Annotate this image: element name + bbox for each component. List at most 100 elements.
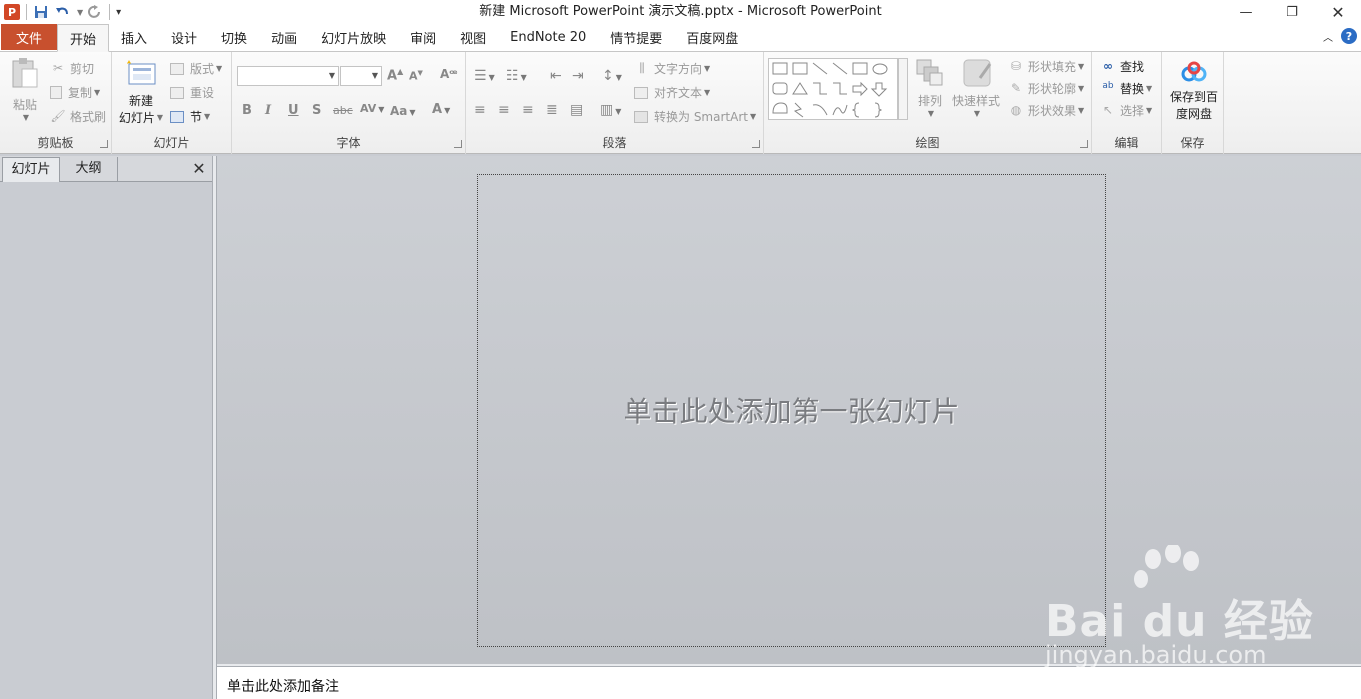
tab-design[interactable]: 设计 <box>159 24 209 51</box>
find-button[interactable]: ∞ 查找 <box>1100 58 1144 75</box>
shadow-icon[interactable]: S <box>312 103 321 118</box>
scissors-icon: ✂ <box>52 60 64 75</box>
section-label: 节 <box>190 110 203 124</box>
reset-button[interactable]: 重设 <box>170 84 214 101</box>
tab-insert[interactable]: 插入 <box>109 24 159 51</box>
character-spacing-icon[interactable]: AV ▼ <box>360 102 384 115</box>
convert-smartart-label: 转换为 SmartArt <box>654 110 748 124</box>
tab-review[interactable]: 审阅 <box>398 24 448 51</box>
tab-slideshow[interactable]: 幻灯片放映 <box>309 24 398 51</box>
quick-styles-label: 快速样式 <box>951 94 1000 108</box>
tab-animations[interactable]: 动画 <box>259 24 309 51</box>
new-slide-button[interactable]: 新建 幻灯片 ▼ <box>118 58 164 126</box>
clear-formatting-icon[interactable]: Aꟹ <box>440 67 458 81</box>
layout-button[interactable]: 版式 ▼ <box>170 60 222 77</box>
align-center-icon[interactable]: ≡ <box>498 102 510 118</box>
slide-canvas[interactable]: 单击此处添加第一张幻灯片 <box>477 174 1106 647</box>
watermark-brand: Bai du 经验 <box>1045 596 1314 647</box>
add-first-slide-prompt[interactable]: 单击此处添加第一张幻灯片 <box>478 390 1105 430</box>
font-name-combo[interactable]: ▼ <box>237 66 339 86</box>
shrink-font-icon[interactable]: A▼ <box>409 69 423 83</box>
arrange-button[interactable]: 排列 ▼ <box>912 58 948 118</box>
line-spacing-icon[interactable]: ↕ ▼ <box>602 68 622 84</box>
copy-button[interactable]: 复制 ▼ <box>50 84 100 101</box>
cut-button[interactable]: ✂ 剪切 <box>50 60 94 77</box>
decrease-indent-icon[interactable]: ⇤ <box>550 68 562 84</box>
tab-baidu-netdisk[interactable]: 百度网盘 <box>674 24 750 51</box>
ribbon-tabs: 文件 开始 插入 设计 切换 动画 幻灯片放映 审阅 视图 EndNote 20… <box>0 24 1361 52</box>
tab-view[interactable]: 视图 <box>448 24 498 51</box>
tab-file[interactable]: 文件 <box>1 24 57 50</box>
tab-transitions[interactable]: 切换 <box>209 24 259 51</box>
format-painter-button[interactable]: 🖌 格式刷 <box>50 108 106 125</box>
save-icon <box>35 6 47 18</box>
bold-icon[interactable]: B <box>242 103 252 118</box>
undo-dropdown-icon[interactable]: ▼ <box>77 8 83 17</box>
copy-dropdown-icon: ▼ <box>94 88 101 97</box>
save-to-baidu-button[interactable]: 保存到百 度网盘 <box>1166 60 1222 122</box>
tab-slides[interactable]: 幻灯片 <box>2 157 60 182</box>
customize-qat-icon[interactable]: ▾ <box>116 7 121 18</box>
section-icon <box>170 110 184 123</box>
tab-outline[interactable]: 大纲 <box>60 157 118 182</box>
section-button[interactable]: 节 ▼ <box>170 108 210 125</box>
undo-button[interactable] <box>53 2 73 22</box>
align-left-icon[interactable]: ≡ <box>474 102 486 118</box>
font-launcher-icon[interactable] <box>454 140 462 148</box>
align-right-icon[interactable]: ≡ <box>522 102 534 118</box>
shape-fill-dropdown-icon: ▼ <box>1078 62 1085 71</box>
notes-pane[interactable]: 单击此处添加备注 <box>217 666 1361 699</box>
distributed-icon[interactable]: ▤ <box>570 102 583 118</box>
clipboard-launcher-icon[interactable] <box>100 140 108 148</box>
new-slide-label-2: 幻灯片 ▼ <box>118 111 164 125</box>
grow-font-icon[interactable]: A▲ <box>387 67 403 83</box>
restore-button[interactable]: ❐ <box>1269 0 1315 24</box>
minimize-button[interactable]: — <box>1223 0 1269 24</box>
paragraph-launcher-icon[interactable] <box>752 140 760 148</box>
new-slide-label-1: 新建 <box>128 94 153 108</box>
align-text-button[interactable]: 对齐文本 ▼ <box>634 84 710 101</box>
shape-fill-button[interactable]: ⛁ 形状填充 ▼ <box>1008 58 1084 75</box>
change-case-icon[interactable]: Aa ▼ <box>390 104 416 118</box>
justify-icon[interactable]: ≣ <box>546 102 558 118</box>
paste-button[interactable]: 粘贴 ▼ <box>8 56 42 122</box>
drawing-launcher-icon[interactable] <box>1080 140 1088 148</box>
paintbrush-icon: 🖌 <box>50 108 66 123</box>
text-direction-button[interactable]: ⫼ 文字方向 ▼ <box>634 60 710 77</box>
quick-styles-icon <box>963 59 992 87</box>
tab-endnote[interactable]: EndNote 20 <box>498 24 598 51</box>
font-color-icon[interactable]: A ▼ <box>432 102 450 117</box>
window-controls: — ❐ ✕ <box>1223 0 1361 24</box>
shape-effects-button[interactable]: ◍ 形状效果 ▼ <box>1008 102 1084 119</box>
title-bar: P ▼ ▾ 新建 Microsoft PowerPoint 演示文稿.pptx … <box>0 0 1361 24</box>
close-pane-icon[interactable]: ✕ <box>190 159 208 178</box>
underline-icon[interactable]: U <box>288 103 299 118</box>
bullets-icon[interactable]: ☰ ▼ <box>474 68 495 84</box>
columns-icon[interactable]: ▥ ▼ <box>600 102 621 118</box>
font-size-combo[interactable]: ▼ <box>340 66 382 86</box>
close-button[interactable]: ✕ <box>1315 0 1361 24</box>
quick-styles-button[interactable]: 快速样式 ▼ <box>950 58 1002 118</box>
select-button[interactable]: ↖ 选择 ▼ <box>1100 102 1152 119</box>
copy-icon <box>50 86 62 99</box>
app-icon[interactable]: P <box>2 2 22 22</box>
minimize-ribbon-icon[interactable]: ︿ <box>1323 29 1333 44</box>
strikethrough-icon[interactable]: abc <box>333 104 353 117</box>
shapes-gallery-icons <box>772 62 888 118</box>
save-button[interactable] <box>31 2 51 22</box>
redo-button[interactable] <box>85 2 105 22</box>
help-icon[interactable]: ? <box>1341 28 1357 44</box>
shapes-gallery-scroll[interactable] <box>898 58 908 120</box>
replace-icon: ab <box>1102 80 1114 91</box>
replace-button[interactable]: ab 替换 ▼ <box>1100 80 1152 97</box>
shapes-gallery[interactable] <box>768 58 898 120</box>
increase-indent-icon[interactable]: ⇥ <box>572 68 584 84</box>
tab-home[interactable]: 开始 <box>57 24 110 52</box>
italic-icon[interactable]: I <box>265 103 271 118</box>
numbering-icon[interactable]: ☷ ▼ <box>506 68 527 84</box>
text-direction-label: 文字方向 <box>654 62 703 76</box>
smartart-icon <box>634 110 648 123</box>
convert-smartart-button[interactable]: 转换为 SmartArt ▼ <box>634 108 756 125</box>
tab-storyboard[interactable]: 情节提要 <box>598 24 674 51</box>
shape-outline-button[interactable]: ✎ 形状轮廓 ▼ <box>1008 80 1084 97</box>
